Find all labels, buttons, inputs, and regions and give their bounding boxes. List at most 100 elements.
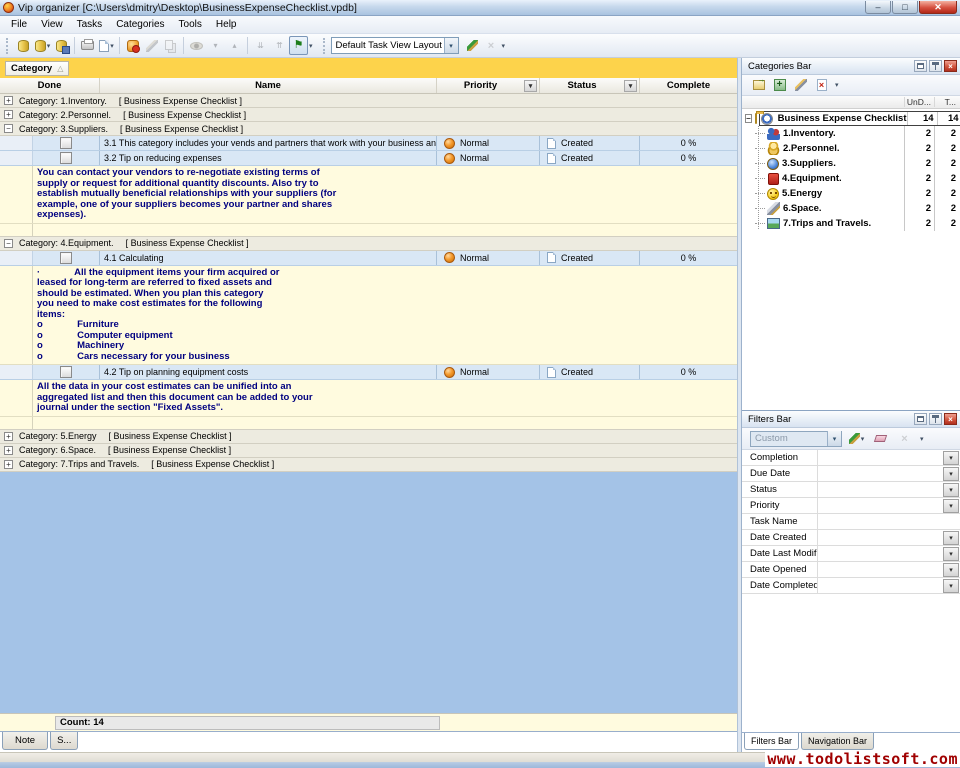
apply-filter-icon[interactable]: ▾ [847, 429, 866, 448]
move-down-icon[interactable]: ▾ [206, 36, 225, 55]
filter-value-field[interactable] [818, 482, 943, 497]
menu-item-view[interactable]: View [34, 17, 70, 33]
expand-icon[interactable]: + [4, 432, 13, 441]
tab-filters-bar[interactable]: Filters Bar [744, 733, 799, 750]
toolbar-grip[interactable] [6, 38, 10, 54]
new-database-icon[interactable] [14, 36, 33, 55]
filter-dropdown-icon[interactable]: ▾ [943, 499, 959, 513]
total-column-header[interactable]: T... [934, 97, 960, 107]
filter-value-field[interactable] [818, 578, 943, 593]
tree-category-row[interactable]: 5.Energy22 [742, 186, 960, 201]
view-layout-icon[interactable]: ⚑ [289, 36, 308, 55]
column-header-complete[interactable]: Complete [640, 78, 737, 93]
tree-category-row[interactable]: 6.Space.22 [742, 201, 960, 216]
save-database-icon[interactable] [52, 36, 71, 55]
tree-category-row[interactable]: 7.Trips and Travels.22 [742, 216, 960, 231]
undone-column-header[interactable]: UnD... [904, 97, 934, 107]
tree-category-row[interactable]: 2.Personnel.22 [742, 141, 960, 156]
category-group-row[interactable]: +Category: 1.Inventory.[ Business Expens… [0, 94, 737, 108]
tree-category-row[interactable]: 3.Suppliers.22 [742, 156, 960, 171]
category-group-row[interactable]: +Category: 7.Trips and Travels.[ Busines… [0, 458, 737, 472]
tree-root-row[interactable]: − Business Expense Checklist 14 14 [742, 111, 960, 126]
category-group-row[interactable]: +Category: 5.Energy[ Business Expense Ch… [0, 430, 737, 444]
category-group-row[interactable]: −Category: 3.Suppliers.[ Business Expens… [0, 122, 737, 136]
categories-toolbar-overflow-icon[interactable]: ▾ [835, 81, 839, 89]
task-checkbox[interactable] [60, 137, 72, 149]
move-top-icon[interactable]: ⇈ [270, 36, 289, 55]
task-checkbox[interactable] [60, 366, 72, 378]
collapse-icon[interactable]: − [4, 124, 13, 133]
category-group-row[interactable]: −Category: 4.Equipment.[ Business Expens… [0, 237, 737, 251]
selected-list-frame[interactable]: Business Expense Checklist 14 14 [759, 111, 960, 126]
filter-value-field[interactable] [818, 530, 943, 545]
save-layout-icon[interactable] [463, 36, 482, 55]
filter-value-field[interactable] [818, 466, 943, 481]
task-row[interactable]: 4.1 CalculatingNormalCreated0 % [0, 251, 737, 266]
complete-task-icon[interactable] [187, 36, 206, 55]
task-note-row[interactable]: You can contact your vendors to re-negot… [0, 166, 737, 224]
group-by-category-button[interactable]: Category△ [5, 61, 69, 76]
delete-layout-icon[interactable]: × [482, 36, 501, 55]
group-by-bar[interactable]: Category△ [0, 58, 737, 78]
close-panel-icon[interactable]: × [944, 60, 957, 72]
edit-category-icon[interactable] [792, 77, 809, 94]
category-group-row[interactable]: +Category: 2.Personnel.[ Business Expens… [0, 108, 737, 122]
task-note-row[interactable]: All the data in your cost estimates can … [0, 380, 737, 417]
category-group-row[interactable]: +Category: 6.Space.[ Business Expense Ch… [0, 444, 737, 458]
column-header-status[interactable]: Status ▾ [540, 78, 640, 93]
expand-icon[interactable]: + [4, 460, 13, 469]
minimize-button[interactable]: – [865, 1, 891, 14]
layout-combo-dropdown-icon[interactable]: ▾ [444, 38, 458, 53]
empty-note-row[interactable] [0, 224, 737, 237]
filter-value-field[interactable] [818, 498, 943, 513]
menu-item-file[interactable]: File [4, 17, 34, 33]
open-database-icon[interactable]: ▾ [33, 36, 52, 55]
task-row[interactable]: 3.1 This category includes your vends an… [0, 136, 737, 151]
tab-s[interactable]: S... [50, 732, 78, 750]
collapse-icon[interactable]: − [745, 114, 752, 123]
menu-item-help[interactable]: Help [209, 17, 244, 33]
filter-preset-combo[interactable]: Custom ▾ [750, 431, 842, 447]
layout-combo[interactable]: Default Task View Layout ▾ [331, 37, 459, 54]
tab-note[interactable]: Note [2, 732, 48, 750]
column-header-priority[interactable]: Priority ▾ [437, 78, 540, 93]
pin-panel-icon[interactable] [929, 60, 942, 72]
toolbar-grip[interactable] [323, 38, 327, 54]
expand-icon[interactable]: + [4, 446, 13, 455]
print-preview-icon[interactable]: ▾ [97, 36, 116, 55]
expand-icon[interactable]: + [4, 96, 13, 105]
filter-dropdown-icon[interactable]: ▾ [943, 563, 959, 577]
pin-panel-icon[interactable] [929, 413, 942, 425]
maximize-button[interactable]: □ [892, 1, 918, 14]
move-up-icon[interactable]: ▴ [225, 36, 244, 55]
tab-navigation-bar[interactable]: Navigation Bar [801, 733, 874, 750]
duplicate-task-icon[interactable] [161, 36, 180, 55]
task-row[interactable]: 3.2 Tip on reducing expensesNormalCreate… [0, 151, 737, 166]
menu-item-tasks[interactable]: Tasks [70, 17, 110, 33]
menu-item-tools[interactable]: Tools [172, 17, 209, 33]
delete-filter-icon[interactable]: × [895, 429, 914, 448]
tree-category-row[interactable]: 4.Equipment.22 [742, 171, 960, 186]
task-checkbox[interactable] [60, 152, 72, 164]
filter-dropdown-icon[interactable]: ▾ [943, 451, 959, 465]
column-header-done[interactable]: Done [0, 78, 100, 93]
collapse-icon[interactable]: − [4, 239, 13, 248]
new-category-icon[interactable]: + [771, 77, 788, 94]
new-task-icon[interactable] [123, 36, 142, 55]
tree-category-row[interactable]: 1.Inventory.22 [742, 126, 960, 141]
filter-preset-dropdown-icon[interactable]: ▾ [827, 431, 841, 446]
close-button[interactable]: ✕ [919, 1, 957, 14]
column-header-name[interactable]: Name [100, 78, 437, 93]
filter-dropdown-icon[interactable]: ▾ [943, 579, 959, 593]
task-note-row[interactable]: · All the equipment items your firm acqu… [0, 266, 737, 366]
filter-dropdown-icon[interactable]: ▾ [943, 531, 959, 545]
expand-icon[interactable]: + [4, 110, 13, 119]
new-list-icon[interactable] [750, 77, 767, 94]
print-icon[interactable] [78, 36, 97, 55]
move-bottom-icon[interactable]: ⇊ [251, 36, 270, 55]
task-row[interactable]: 4.2 Tip on planning equipment costsNorma… [0, 365, 737, 380]
restore-panel-icon[interactable] [914, 413, 927, 425]
filter-dropdown-icon[interactable]: ▾ [943, 547, 959, 561]
priority-filter-dropdown-icon[interactable]: ▾ [524, 80, 537, 92]
clear-filter-icon[interactable] [871, 429, 890, 448]
